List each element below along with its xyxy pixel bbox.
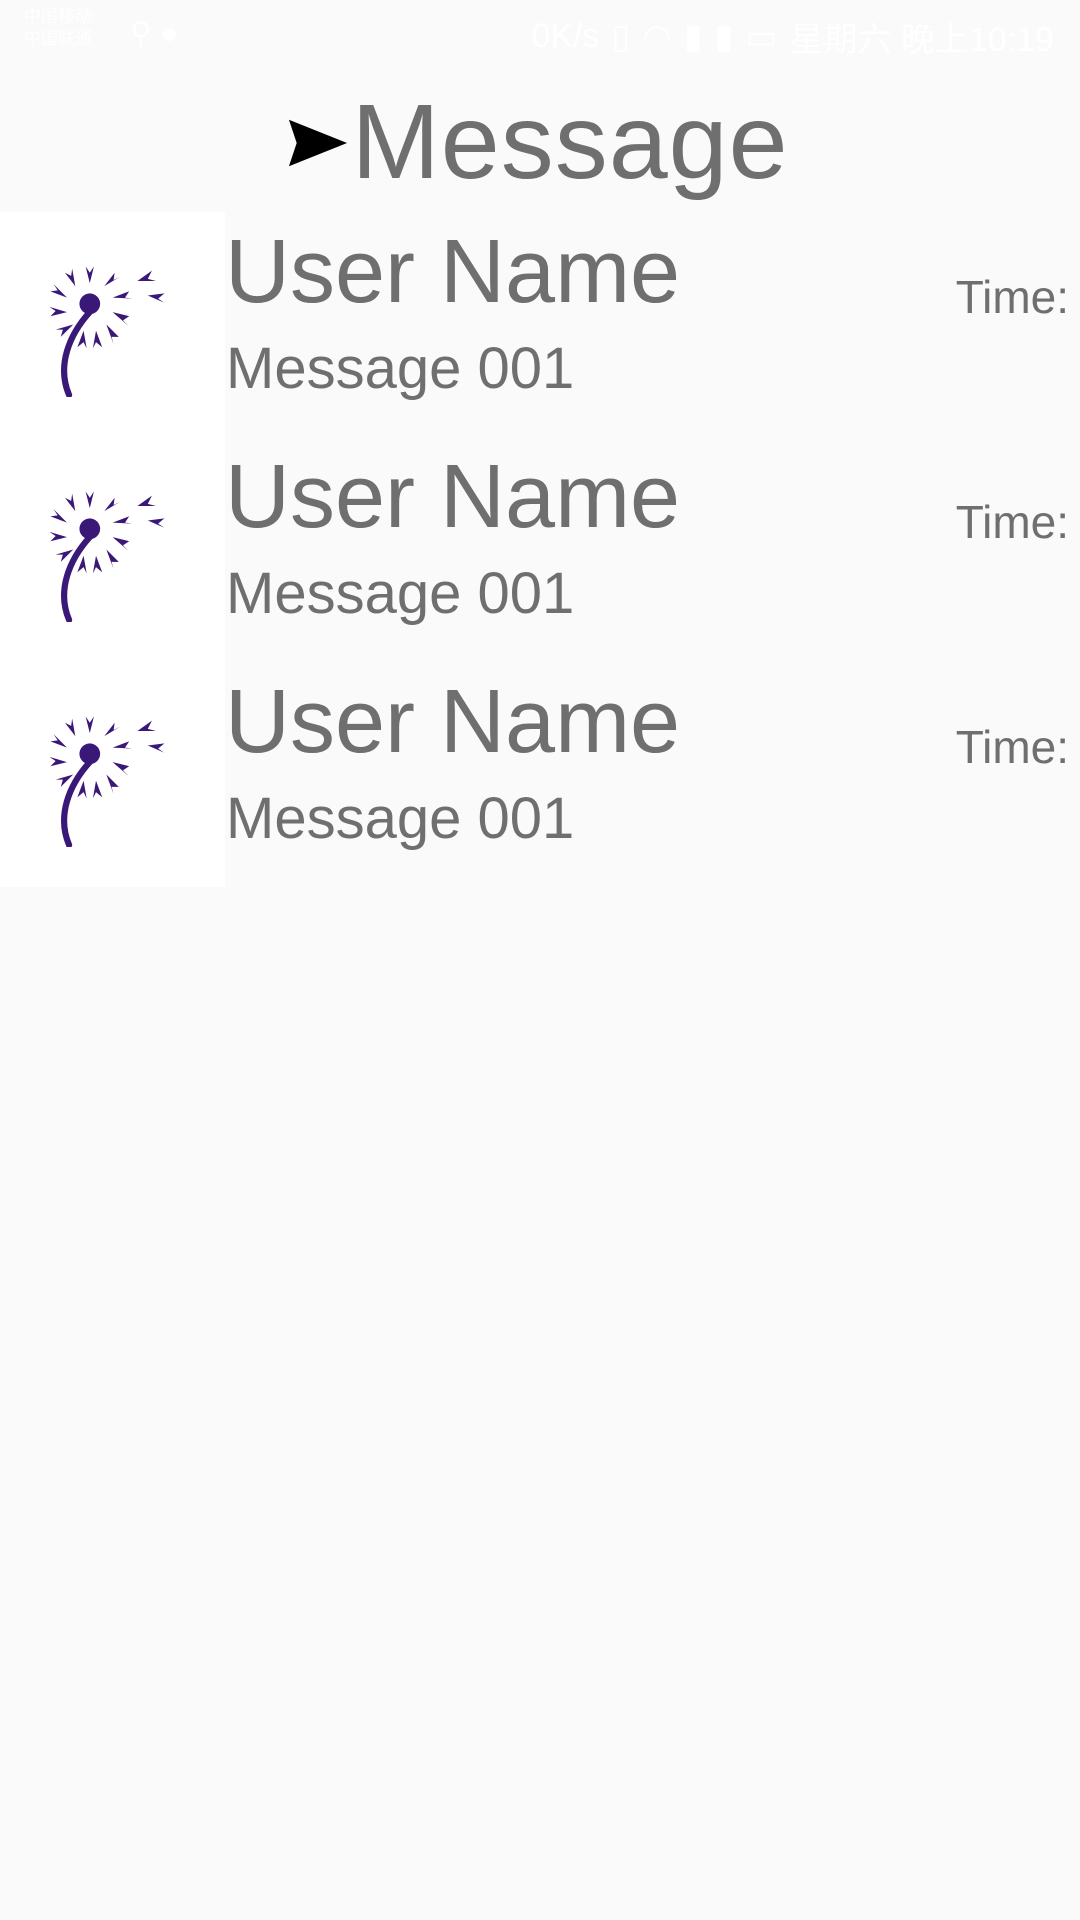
carrier-line-1: 中国移动 [24, 7, 92, 26]
avatar[interactable] [0, 212, 225, 437]
usb-icon: ⚲ [130, 17, 152, 50]
dandelion-icon [49, 716, 165, 847]
page-title: Message [351, 82, 789, 201]
header-title-group: Message [287, 82, 788, 203]
signal-icon-2: ▮ [714, 17, 734, 56]
wifi-icon: ◠ [642, 17, 672, 56]
time-label: Time: [955, 496, 1069, 548]
dandelion-icon [49, 266, 165, 397]
user-name: User Name [225, 222, 681, 322]
avatar[interactable] [0, 662, 225, 887]
battery-icon: ▭ [745, 17, 778, 56]
notification-icons: ⚲ ● [130, 16, 178, 51]
status-time: 星期六 晚上10:19 [789, 21, 1054, 59]
message-preview: Message 001 [226, 561, 575, 626]
avatar[interactable] [0, 437, 225, 662]
message-preview: Message 001 [226, 336, 575, 401]
message-preview: Message 001 [226, 786, 575, 851]
message-list-item[interactable]: User Name Message 001 Time: [0, 437, 1080, 662]
network-speed: 0K/s [531, 17, 600, 55]
message-list: User Name Message 001 Time: User Name Me… [0, 212, 1080, 887]
message-list-item[interactable]: User Name Message 001 Time: [0, 662, 1080, 887]
user-name: User Name [225, 447, 681, 547]
status-bar: 中国移动 中国联通 ⚲ ● 0K/s ▯ ◠ ▮ ▮ ▭ 星期六 晚上10:19 [0, 0, 1080, 72]
signal-icon: ▮ [683, 17, 703, 56]
dandelion-icon [49, 491, 165, 622]
carrier-info: 中国移动 中国联通 [24, 6, 92, 50]
carrier-line-2: 中国联通 [24, 29, 92, 48]
send-icon[interactable] [287, 112, 349, 174]
status-right: 0K/s ▯ ◠ ▮ ▮ ▭ 星期六 晚上10:19 [531, 12, 1054, 61]
wechat-icon: ● [160, 17, 179, 50]
time-label: Time: [955, 721, 1069, 773]
message-list-item[interactable]: User Name Message 001 Time: [0, 212, 1080, 437]
vibrate-icon: ▯ [611, 17, 631, 56]
time-label: Time: [955, 271, 1069, 323]
app-header: Message [0, 72, 1080, 212]
user-name: User Name [225, 672, 681, 772]
